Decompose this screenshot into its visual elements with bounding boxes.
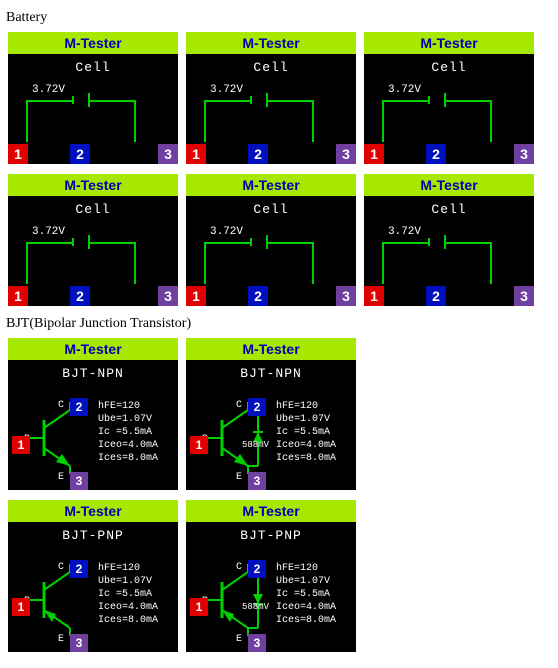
cell-voltage: 3.72V [388,84,421,96]
emitter-label: E [236,472,242,483]
pin-2-badge: 2 [248,398,266,416]
component-type-label: Cell [186,54,356,75]
cell-voltage: 3.72V [210,226,243,238]
component-type-label: Cell [364,54,534,75]
tester-title: M-Tester [186,500,356,522]
battery-symbol [26,242,136,292]
diode-voltage: 588mV [242,440,269,450]
pin-3-badge: 3 [514,286,534,306]
tester-title: M-Tester [186,174,356,196]
emitter-label: E [236,634,242,645]
tester-title: M-Tester [8,174,178,196]
tester-title: M-Tester [186,32,356,54]
component-type-label: Cell [8,54,178,75]
tester-title: M-Tester [364,32,534,54]
battery-symbol [382,242,492,292]
battery-symbol [382,100,492,150]
component-type-label: Cell [8,196,178,217]
pin-2-badge: 2 [70,398,88,416]
emitter-label: E [58,472,64,483]
pin-3-badge: 3 [336,144,356,164]
battery-row-2: M-Tester Cell 3.72V 1 2 3 M-Tester Cell … [4,174,554,306]
battery-symbol [204,100,314,150]
pin-1-badge: 1 [186,144,206,164]
bjt-params: hFE=120 Ube=1.07V Ic =5.5mA Iceo=4.0mA I… [276,562,336,627]
collector-label: C [236,562,242,573]
collector-label: C [58,562,64,573]
pin-2-badge: 2 [426,286,446,306]
bjt-params: hFE=120 Ube=1.07V Ic =5.5mA Iceo=4.0mA I… [276,400,336,465]
pin-1-badge: 1 [8,144,28,164]
pnp-diode-symbol-icon [204,560,284,640]
component-type-label: BJT-NPN [186,360,356,381]
tester-title: M-Tester [186,338,356,360]
pin-2-badge: 2 [70,560,88,578]
emitter-label: E [58,634,64,645]
battery-symbol [26,100,136,150]
battery-row-1: M-Tester Cell 3.72V 1 2 3 M-Tester Cell … [4,32,554,164]
pin-2-badge: 2 [70,286,90,306]
component-type-label: BJT-PNP [186,522,356,543]
pin-1-badge: 1 [12,598,30,616]
pin-2-badge: 2 [248,286,268,306]
tester-cell: M-Tester Cell 3.72V 1 2 3 [364,174,534,306]
cell-voltage: 3.72V [388,226,421,238]
pin-3-badge: 3 [336,286,356,306]
cell-voltage: 3.72V [32,84,65,96]
pin-3-badge: 3 [248,472,266,490]
tester-title: M-Tester [8,338,178,360]
cell-voltage: 3.72V [210,84,243,96]
battery-symbol [204,242,314,292]
tester-bjt-pnp: M-Tester BJT-PNP C B E 1 2 3 hFE=120 Ube… [8,500,178,652]
pin-1-badge: 1 [364,144,384,164]
pin-1-badge: 1 [12,436,30,454]
tester-title: M-Tester [8,32,178,54]
tester-cell: M-Tester Cell 3.72V 1 2 3 [364,32,534,164]
npn-diode-symbol-icon [204,398,284,478]
npn-symbol-icon [26,398,106,478]
bjt-params: hFE=120 Ube=1.07V Ic =5.5mA Iceo=4.0mA I… [98,400,158,465]
pin-3-badge: 3 [158,144,178,164]
pnp-symbol-icon [26,560,106,640]
collector-label: C [58,400,64,411]
pin-1-badge: 1 [364,286,384,306]
tester-cell: M-Tester Cell 3.72V 1 2 3 [8,32,178,164]
component-type-label: BJT-NPN [8,360,178,381]
section-battery-label: Battery [6,10,552,26]
diode-voltage: 588mV [242,602,269,612]
pin-2-badge: 2 [248,560,266,578]
pin-3-badge: 3 [70,472,88,490]
pin-3-badge: 3 [70,634,88,652]
component-type-label: Cell [186,196,356,217]
tester-bjt-npn: M-Tester BJT-NPN C B E 1 2 3 hFE=120 Ube… [8,338,178,490]
section-bjt-label: BJT(Bipolar Junction Transistor) [6,316,552,332]
pin-2-badge: 2 [426,144,446,164]
pin-1-badge: 1 [190,598,208,616]
pin-2-badge: 2 [248,144,268,164]
component-type-label: BJT-PNP [8,522,178,543]
bjt-pnp-row: M-Tester BJT-PNP C B E 1 2 3 hFE=120 Ube… [4,500,554,652]
pin-3-badge: 3 [158,286,178,306]
pin-2-badge: 2 [70,144,90,164]
pin-1-badge: 1 [8,286,28,306]
component-type-label: Cell [364,196,534,217]
tester-bjt-npn-diode: M-Tester BJT-NPN C B E 588mV 1 [186,338,356,490]
pin-1-badge: 1 [186,286,206,306]
bjt-params: hFE=120 Ube=1.07V Ic =5.5mA Iceo=4.0mA I… [98,562,158,627]
cell-voltage: 3.72V [32,226,65,238]
tester-cell: M-Tester Cell 3.72V 1 2 3 [186,174,356,306]
tester-title: M-Tester [8,500,178,522]
tester-cell: M-Tester Cell 3.72V 1 2 3 [186,32,356,164]
bjt-npn-row: M-Tester BJT-NPN C B E 1 2 3 hFE=120 Ube… [4,338,554,490]
pin-3-badge: 3 [248,634,266,652]
pin-1-badge: 1 [190,436,208,454]
tester-cell: M-Tester Cell 3.72V 1 2 3 [8,174,178,306]
tester-title: M-Tester [364,174,534,196]
pin-3-badge: 3 [514,144,534,164]
collector-label: C [236,400,242,411]
tester-bjt-pnp-diode: M-Tester BJT-PNP C B E 588mV 1 [186,500,356,652]
